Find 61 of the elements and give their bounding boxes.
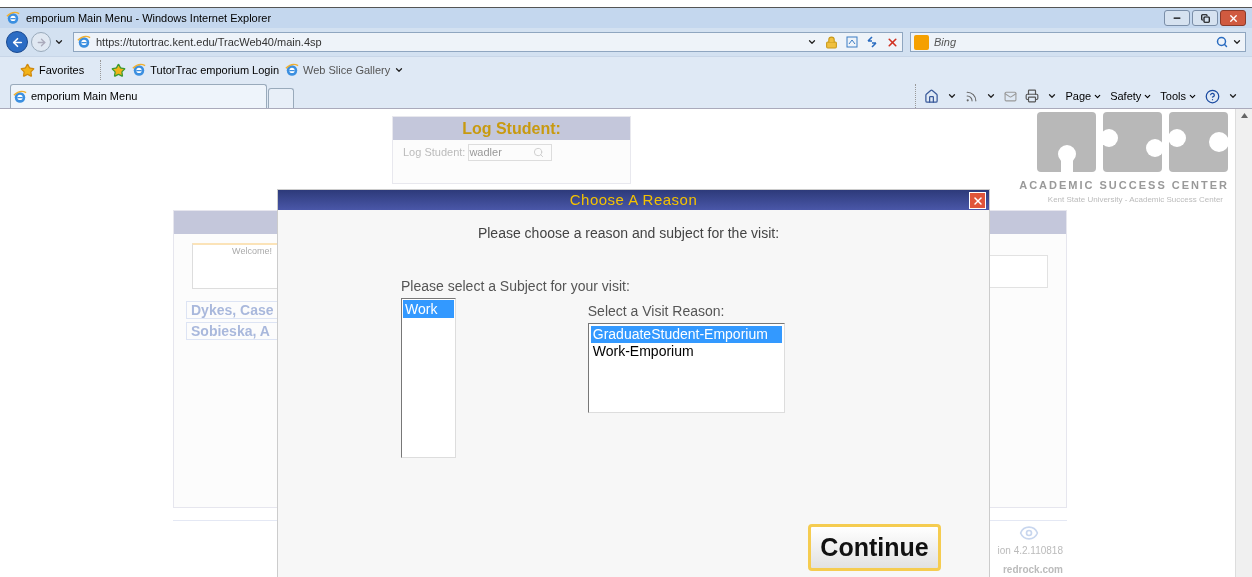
search-icon[interactable] — [1216, 36, 1228, 48]
dialog-title: Choose A Reason — [569, 189, 698, 210]
field-label: Log Student: — [403, 145, 466, 161]
forward-arrow-icon — [35, 36, 47, 48]
address-field[interactable]: https://tutortrac.kent.edu/TracWeb40/main.4sp — [73, 32, 903, 52]
lock-icon — [825, 35, 838, 49]
stop-icon[interactable] — [886, 35, 899, 49]
reason-listbox[interactable]: GraduateStudent-Emporium Work-Emporium — [587, 323, 785, 413]
version-text: ion 4.2.110818 — [997, 544, 1063, 558]
minimize-button[interactable] — [1164, 10, 1190, 26]
compatibility-icon[interactable] — [846, 36, 858, 48]
reason-label: Select a Visit Reason: — [587, 302, 726, 321]
caret-icon — [1228, 91, 1238, 101]
caret-icon — [1047, 91, 1058, 101]
caret-icon — [947, 91, 958, 101]
browser-tab[interactable]: emporium Main Menu — [10, 84, 267, 108]
favorites-link[interactable]: Web Slice Gallery — [285, 61, 405, 79]
home-icon[interactable] — [924, 88, 940, 104]
window-title: emporium Main Menu - Windows Internet Explorer — [26, 10, 272, 26]
caret-icon — [986, 91, 997, 101]
search-input[interactable]: Bing — [934, 33, 1211, 51]
history-caret-icon — [54, 37, 64, 47]
scroll-up-icon[interactable] — [1240, 113, 1248, 118]
close-button[interactable] — [1220, 10, 1246, 26]
print-icon[interactable] — [1025, 89, 1040, 103]
restore-icon — [1200, 13, 1210, 23]
page-icon — [285, 63, 300, 77]
dialog-close-button[interactable] — [969, 192, 986, 209]
bing-logo-icon — [914, 34, 929, 50]
browser-logo-icon — [13, 89, 27, 104]
refresh-icon[interactable] — [866, 36, 878, 48]
close-icon — [971, 194, 984, 207]
favorites-button[interactable]: Favorites — [20, 61, 85, 79]
command-menu[interactable]: Safety — [1110, 87, 1153, 105]
add-favorite-icon[interactable] — [111, 62, 127, 78]
feed-icon[interactable] — [965, 89, 979, 103]
browser-logo-icon — [6, 11, 20, 25]
command-menu[interactable]: Page — [1065, 87, 1103, 105]
restore-button[interactable] — [1192, 10, 1218, 26]
continue-button[interactable]: Continue — [808, 524, 941, 571]
page-icon — [132, 63, 147, 77]
url-text: https://tutortrac.kent.edu/TracWeb40/main.4sp — [96, 34, 322, 50]
back-arrow-icon — [10, 35, 24, 49]
search-caret-icon — [1232, 37, 1242, 47]
scrollbar[interactable] — [1235, 109, 1252, 577]
back-button[interactable] — [6, 31, 28, 53]
log-student-title: Log Student: — [393, 117, 630, 140]
welcome-text: Welcome! — [232, 245, 272, 258]
dialog-prompt: Please choose a reason and subject for the visit: — [477, 224, 780, 243]
logo-title: ACADEMIC SUCCESS CENTER — [1019, 178, 1229, 193]
caret-icon — [394, 65, 405, 75]
search-field[interactable]: Bing — [910, 32, 1246, 52]
favorites-link[interactable]: TutorTrac emporium Login — [132, 61, 280, 79]
help-icon[interactable] — [1205, 88, 1220, 104]
star-icon — [20, 62, 35, 78]
eye-icon — [1019, 523, 1039, 543]
subject-label: Please select a Subject for your visit: — [401, 277, 630, 296]
close-icon — [1227, 12, 1239, 24]
command-menu[interactable]: Tools — [1160, 87, 1197, 105]
dropdown-caret-icon — [807, 37, 817, 47]
page-icon — [77, 35, 91, 49]
